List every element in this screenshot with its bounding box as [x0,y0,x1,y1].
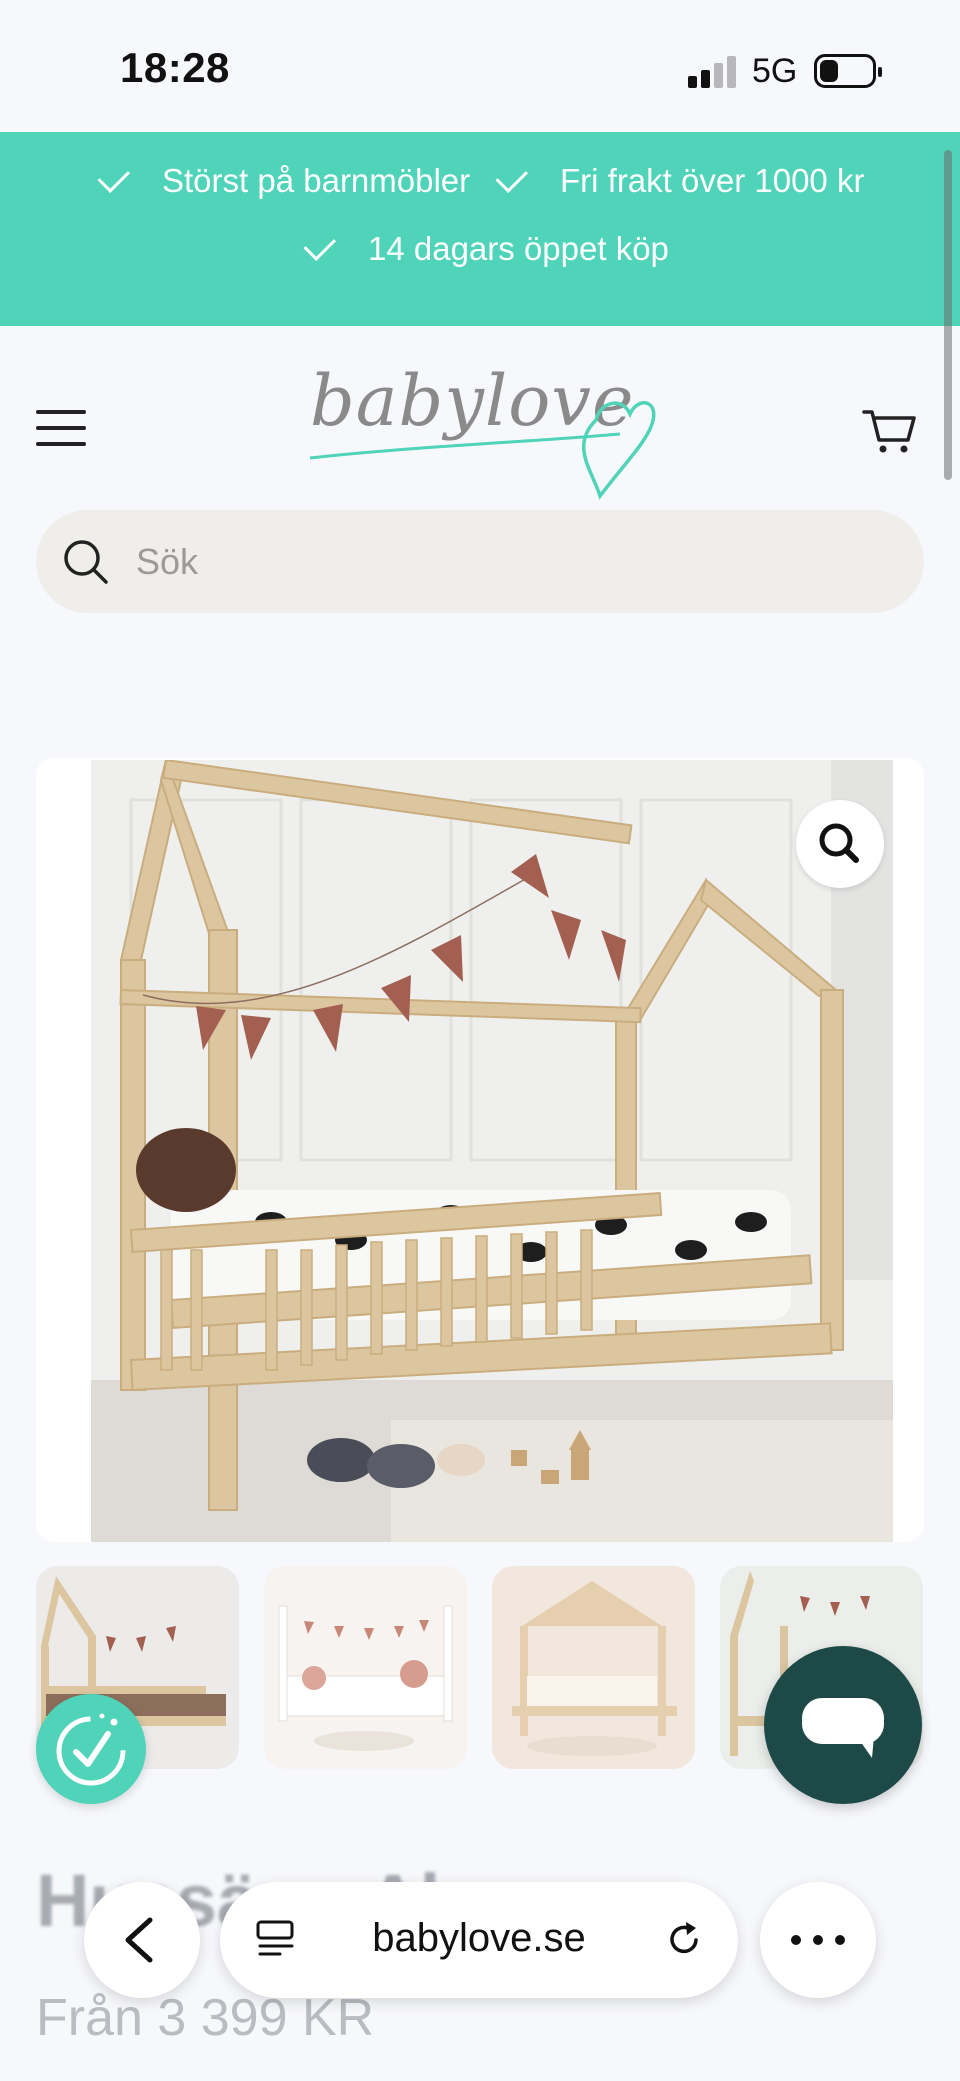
address-bar[interactable]: babylove.se [220,1882,738,1998]
announcement-bar: Störst på barnmöbler Fri frakt över 1000… [0,132,960,326]
accessibility-check-icon [56,1713,126,1786]
check-icon [495,160,529,194]
announcement-item: Fri frakt över 1000 kr [495,160,864,200]
chevron-left-icon [125,1917,153,1963]
battery-icon [814,54,882,88]
zoom-icon [819,823,859,863]
cart-icon [862,410,916,453]
status-bar: 18:28 5G [0,0,960,132]
logo[interactable]: babylove [300,350,660,500]
browser-back-button[interactable] [84,1882,200,1998]
product-photo [91,760,893,1542]
url-text: babylove.se [372,1916,586,1960]
check-icon [303,228,337,262]
reload-icon[interactable] [662,1918,706,1962]
chat-button[interactable] [764,1646,922,1804]
chat-bubble-icon [802,1698,884,1758]
check-icon [97,160,131,194]
network-label: 5G [752,52,798,90]
signal-icon [688,56,736,88]
search-input[interactable] [136,510,896,613]
accessibility-button[interactable] [36,1694,146,1804]
product-thumbnail[interactable] [264,1566,467,1769]
search-icon [64,540,108,584]
more-icon [791,1935,845,1945]
product-main-image[interactable] [36,758,924,1542]
zoom-button[interactable] [796,800,884,888]
more-options-button[interactable] [760,1882,876,1998]
heart-logo-icon [309,401,656,500]
search-bar[interactable] [36,510,924,613]
status-time: 18:28 [120,44,230,91]
page-scrollbar[interactable] [944,150,952,480]
announcement-item: 14 dagars öppet köp [303,228,669,268]
announcement-item: Störst på barnmöbler [97,160,470,200]
cart-button[interactable] [862,406,918,456]
product-thumbnail[interactable] [492,1566,695,1769]
menu-button[interactable] [36,408,86,448]
hamburger-icon [36,410,86,414]
